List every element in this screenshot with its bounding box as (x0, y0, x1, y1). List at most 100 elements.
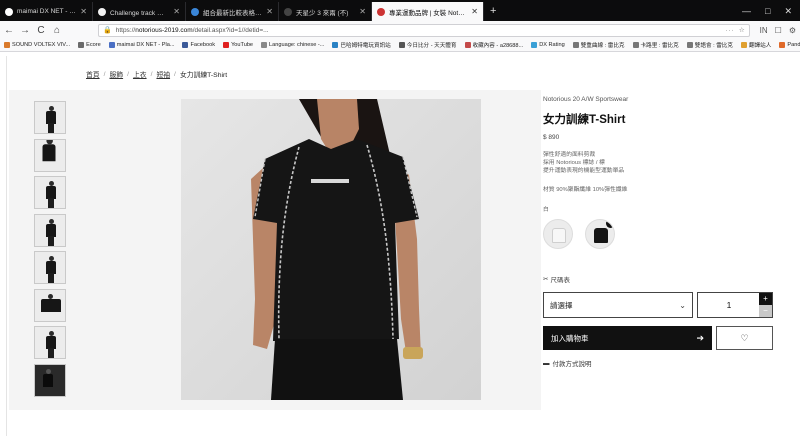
bookmark-label: 雙語會 : 雷比克 (694, 43, 733, 49)
page-actions-icon[interactable]: ··· (725, 27, 735, 34)
back-icon[interactable]: ← (4, 25, 14, 36)
browser-tab-1[interactable]: Challenge track 挑戰 | Mem ✕ (93, 2, 186, 21)
product-info: Notorious 20 A/W Sportswear 女力訓練T-Shirt … (543, 96, 775, 213)
bookmark-label: 卡路里 : 雷比克 (640, 43, 679, 49)
page-left-border (6, 56, 7, 436)
reload-icon[interactable]: C (36, 25, 46, 36)
breadcrumb: 首頁 / 服飾 / 上衣 / 短袖 / 女力訓練T-Shirt (86, 69, 228, 80)
maximize-icon[interactable]: □ (765, 2, 770, 21)
bookmark-item[interactable]: maimai DX NET - Pla... (108, 42, 174, 48)
minimize-icon[interactable]: — (742, 2, 751, 21)
bookmark-favicon-icon (686, 42, 693, 48)
thumbnail-6[interactable] (34, 288, 66, 322)
breadcrumb-separator: / (127, 70, 129, 78)
lock-icon: 🔒 (103, 27, 112, 34)
bookmark-item[interactable]: Facebook (182, 42, 215, 48)
arrow-right-icon: ➔ (696, 332, 704, 343)
bookmark-item[interactable]: 收藏內容 - a28688... (464, 41, 524, 49)
breadcrumb-apparel[interactable]: 服飾 (109, 69, 123, 79)
breadcrumb-separator: / (174, 70, 176, 78)
quantity-stepper: 1 + − (697, 292, 773, 318)
bookmark-favicon-icon (398, 42, 405, 48)
bookmark-label: 收藏內容 - a28688... (472, 43, 524, 49)
bookmark-item[interactable]: 卡路里 : 雷比克 (632, 41, 679, 49)
breadcrumb-short-sleeve[interactable]: 短袖 (156, 69, 170, 79)
breadcrumb-current: 女力訓練T-Shirt (179, 72, 228, 79)
address-bar[interactable]: 🔒 https://notorious-2019.com/detail.aspx… (98, 23, 750, 37)
quantity-plus-button[interactable]: + (759, 293, 772, 305)
library-icon[interactable]: IN (760, 26, 768, 35)
product-main-image[interactable] (181, 99, 481, 400)
thumbnail-4[interactable] (34, 213, 66, 247)
close-window-icon[interactable]: ✕ (784, 2, 792, 21)
bookmark-item[interactable]: YouTube (223, 42, 253, 48)
thumbnail-list (34, 101, 68, 401)
thumbnail-5[interactable] (34, 251, 66, 284)
bookmark-favicon-icon (261, 42, 268, 48)
bookmark-label: DX Rating (539, 42, 565, 48)
quantity-minus-button[interactable]: − (759, 305, 772, 317)
breadcrumb-home[interactable]: 首頁 (86, 69, 100, 79)
breadcrumb-separator: / (103, 70, 106, 78)
browser-tab-2[interactable]: 組合最新比較表格 1.0 版本 ✕ (186, 2, 279, 21)
browser-tab-0[interactable]: maimai DX NET - Home - ✕ (0, 2, 93, 21)
swatch-black[interactable]: ✓ (585, 219, 615, 249)
bookmark-item[interactable]: 今日比分 - 天天體育 (398, 41, 457, 49)
window-controls: — □ ✕ (734, 2, 800, 21)
thumbnail-2[interactable] (34, 138, 66, 172)
payment-info-link[interactable]: ▬ 付款方式說明 (543, 358, 592, 369)
breadcrumb-tops[interactable]: 上衣 (133, 69, 147, 79)
forward-icon[interactable]: → (20, 25, 30, 36)
bookmark-item[interactable]: DX Rating (531, 42, 565, 48)
thumbnail-1[interactable] (34, 101, 66, 134)
bookmark-favicon-icon (4, 42, 10, 48)
wishlist-button[interactable]: ♡ (716, 326, 773, 350)
close-tab-icon[interactable]: ✕ (471, 7, 478, 16)
close-tab-icon[interactable]: ✕ (266, 7, 273, 16)
product-price: $ 890 (543, 134, 560, 141)
product-description: 彈性舒適的面料剪裁 採用 Notorious 標誌 / 標 提升運動表現的機能型… (543, 151, 775, 175)
tab-favicon-icon (377, 7, 385, 16)
bookmark-favicon-icon (572, 42, 579, 48)
home-icon[interactable]: ⌂ (52, 25, 62, 36)
add-to-cart-button[interactable]: 加入購物車 ➔ (543, 326, 712, 350)
extension-icon[interactable]: ⚙ (789, 26, 796, 35)
breadcrumb-separator: / (150, 70, 153, 78)
thumbnail-7[interactable] (34, 326, 66, 359)
bookmark-star-icon[interactable]: ☆ (739, 26, 745, 34)
card-icon: ▬ (543, 359, 550, 367)
shirt-black-icon (594, 228, 608, 243)
bookmark-label: Pandora Shop (787, 42, 800, 48)
bookmark-item[interactable]: 翻譯站人 (740, 41, 771, 49)
swatch-white[interactable] (543, 219, 573, 249)
product-title: 女力訓練T-Shirt (543, 114, 626, 126)
bookmark-item[interactable]: 雙語會 : 雷比克 (686, 41, 733, 49)
product-material: 材質 90%聚酯纖維 10%彈性纖維 (543, 187, 628, 193)
thumbnail-3[interactable] (34, 176, 66, 209)
bookmark-item[interactable]: Pandora Shop (779, 42, 800, 48)
bookmark-item[interactable]: Language: chinese -... (261, 42, 324, 48)
bookmark-favicon-icon (464, 42, 471, 48)
size-chart-link[interactable]: ✂ 尺碼表 (543, 274, 570, 284)
bookmark-item[interactable]: 雙重曲線 : 雷比克 (572, 41, 625, 49)
bookmark-item[interactable]: 巴哈姆特電玩資訊站 (332, 41, 391, 49)
close-tab-icon[interactable]: ✕ (359, 7, 366, 16)
browser-tab-3[interactable]: 天星少 3 來兩 (不) ✕ (279, 2, 372, 21)
sidebar-icon[interactable]: ☐ (775, 26, 782, 35)
bookmark-label: SOUND VOLTEX VIV... (12, 42, 71, 48)
bookmark-label: YouTube (231, 42, 254, 48)
bookmark-item[interactable]: SOUND VOLTEX VIV... (4, 42, 70, 48)
bookmark-label: Ecore (86, 42, 101, 48)
browser-tab-active[interactable]: 專業運動品牌 | 女裝 Notorious ✕ (372, 2, 484, 21)
bookmark-item[interactable]: Ecore (78, 42, 101, 48)
close-tab-icon[interactable]: ✕ (80, 7, 87, 16)
bookmark-favicon-icon (182, 42, 189, 48)
payment-label: 付款方式說明 (552, 361, 592, 368)
close-tab-icon[interactable]: ✕ (173, 7, 180, 16)
size-select[interactable]: 請選擇 ⌄ (543, 292, 693, 318)
thumbnail-8[interactable] (34, 363, 66, 397)
new-tab-button[interactable]: + (484, 2, 502, 21)
quantity-input[interactable]: 1 (698, 293, 760, 317)
browser-nav-bar: ← → C ⌂ 🔒 https://notorious-2019.com/det… (0, 21, 800, 39)
tab-favicon-icon (5, 7, 13, 16)
